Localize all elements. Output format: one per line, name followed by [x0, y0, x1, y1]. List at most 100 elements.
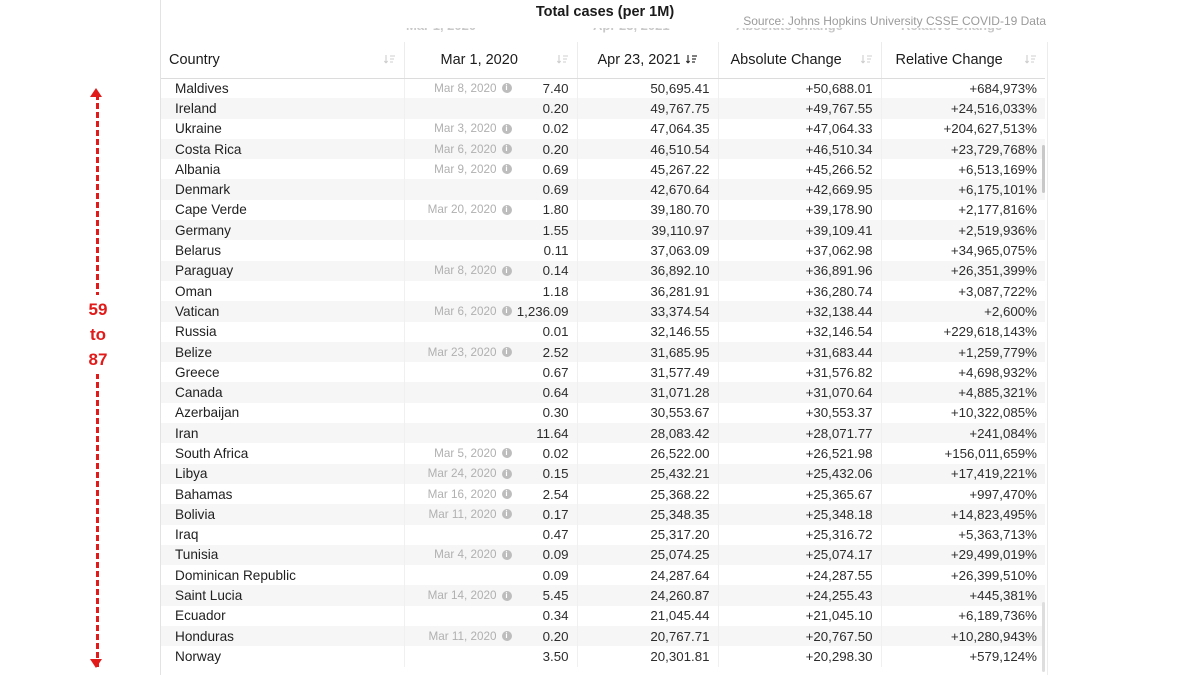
column-header-end-date-label: Apr 23, 2021	[597, 51, 681, 68]
sort-both-icon[interactable]	[383, 53, 396, 66]
table-row[interactable]: Belize Mar 23, 2020 i 2.52 31,685.95 +31,683.…	[161, 341, 1045, 363]
table-row[interactable]: Belarus 0.11 37,063.09 +37,062.98 +34,965,07…	[161, 240, 1045, 261]
cell-relative-change: +5,363,713%	[880, 524, 1045, 545]
table-row[interactable]: Bolivia Mar 11, 2020 i 0.17 25,348.35 +25,348…	[161, 504, 1045, 525]
cell-absolute-change: +20,298.30	[717, 646, 881, 667]
column-header-absolute-change[interactable]: Absolute Change	[717, 42, 881, 79]
table-row[interactable]: Norway 3.50 20,301.81 +20,298.30 +579,124%	[161, 646, 1045, 667]
table-scrollbar-thumb-secondary[interactable]	[1042, 602, 1045, 672]
cell-end-value: 30,553.67	[576, 402, 718, 424]
cell-start-number: 2.52	[542, 344, 569, 360]
info-icon[interactable]: i	[501, 347, 512, 357]
table-row[interactable]: Honduras Mar 11, 2020 i 0.20 20,767.71 +20,76…	[161, 626, 1045, 647]
table-row[interactable]: Canada 0.64 31,071.28 +31,070.64 +4,885,321%	[161, 382, 1045, 403]
cell-relative-change: +2,519,936%	[880, 220, 1045, 241]
info-icon[interactable]: i	[501, 204, 512, 215]
cell-relative-change: +445,381%	[880, 585, 1045, 606]
table-scrollbar-thumb[interactable]	[1042, 145, 1045, 193]
sort-descending-icon[interactable]	[556, 53, 569, 66]
cell-start-number: 0.14	[542, 263, 569, 279]
info-icon[interactable]: i	[501, 144, 512, 155]
table-row[interactable]: Vatican Mar 6, 2020 i 1,236.09 33,374.54 +32,…	[161, 301, 1045, 322]
table-row[interactable]: Ecuador 0.34 21,045.44 +21,045.10 +6,189,736…	[161, 605, 1045, 627]
info-icon[interactable]: i	[501, 164, 512, 175]
info-icon[interactable]: i	[501, 631, 512, 642]
cell-country: Saint Lucia	[175, 588, 243, 604]
info-icon[interactable]: i	[501, 509, 512, 520]
info-icon[interactable]: i	[501, 549, 512, 560]
info-icon[interactable]: i	[501, 468, 512, 479]
info-icon[interactable]: i	[501, 448, 512, 459]
column-header-country-label: Country	[169, 51, 220, 68]
table-row[interactable]: Saint Lucia Mar 14, 2020 i 5.45 24,260.87 +24…	[161, 585, 1045, 606]
table-body: Maldives Mar 8, 2020 i 7.40 50,695.41 +50,688…	[161, 78, 1045, 667]
cell-country: Ecuador	[175, 608, 226, 624]
column-header-absolute-change-label: Absolute Change	[730, 51, 842, 68]
cell-end-value: 31,577.49	[576, 362, 718, 383]
cell-start-number: 3.50	[542, 648, 569, 664]
cell-relative-change: +684,973%	[880, 78, 1045, 99]
table-row[interactable]: Maldives Mar 8, 2020 i 7.40 50,695.41 +50,688…	[161, 78, 1045, 99]
cell-end-value: 21,045.44	[576, 605, 718, 627]
cell-start-number: 0.64	[542, 385, 569, 401]
info-icon[interactable]: i	[501, 123, 512, 134]
cell-start-number: 0.11	[543, 243, 569, 259]
cell-country: Ireland	[175, 100, 217, 116]
column-header-country[interactable]: Country	[161, 42, 404, 79]
cell-start-value: Mar 14, 2020 i 5.45	[403, 585, 577, 606]
table-vertical-scrollbar[interactable]	[1038, 42, 1048, 675]
table-row[interactable]: Costa Rica Mar 6, 2020 i 0.20 46,510.54 +46,5…	[161, 138, 1045, 160]
cell-start-value: 11.64	[403, 423, 577, 444]
cell-absolute-change: +37,062.98	[717, 240, 881, 261]
annotation-arrow-down-icon	[90, 659, 102, 668]
info-icon[interactable]: i	[501, 590, 512, 601]
table-row[interactable]: Cape Verde Mar 20, 2020 i 1.80 39,180.70 +39,…	[161, 199, 1045, 221]
column-header-start-date[interactable]: Mar 1, 2020	[403, 42, 577, 79]
info-icon[interactable]: i	[501, 306, 512, 317]
cell-relative-change: +29,499,019%	[880, 544, 1045, 566]
table-row[interactable]: Iraq 0.47 25,317.20 +25,316.72 +5,363,713%	[161, 524, 1045, 545]
table-row[interactable]: Tunisia Mar 4, 2020 i 0.09 25,074.25 +25,074.…	[161, 544, 1045, 566]
cell-start-value: Mar 4, 2020 i 0.09	[403, 544, 577, 566]
table-row[interactable]: Germany 1.55 39,110.97 +39,109.41 +2,519,936…	[161, 220, 1045, 241]
column-header-relative-change-label: Relative Change	[895, 51, 1003, 68]
table-row[interactable]: Bahamas Mar 16, 2020 i 2.54 25,368.22 +25,365…	[161, 483, 1045, 505]
cell-end-value: 36,281.91	[576, 280, 718, 302]
cell-country: Ukraine	[175, 121, 222, 137]
cell-absolute-change: +36,891.96	[717, 260, 881, 281]
table-row[interactable]: Paraguay Mar 8, 2020 i 0.14 36,892.10 +36,891…	[161, 260, 1045, 281]
info-icon[interactable]: i	[501, 83, 512, 94]
table-row[interactable]: Albania Mar 9, 2020 i 0.69 45,267.22 +45,266.…	[161, 159, 1045, 180]
table-header: Country Mar 1, 2020 Apr 23, 2021 Absolut…	[161, 42, 1045, 79]
ghost-header-absolute: Absolute Change	[736, 28, 843, 33]
cell-country: Iraq	[175, 527, 199, 543]
cell-end-value: 25,368.22	[576, 483, 718, 505]
table-row[interactable]: Oman 1.18 36,281.91 +36,280.74 +3,087,722%	[161, 280, 1045, 302]
column-header-end-date[interactable]: Apr 23, 2021	[576, 42, 718, 79]
table-row[interactable]: South Africa Mar 5, 2020 i 0.02 26,522.00 +26…	[161, 443, 1045, 464]
table-row[interactable]: Greece 0.67 31,577.49 +31,576.82 +4,698,932%	[161, 362, 1045, 383]
cell-start-value: Mar 8, 2020 i 7.40	[403, 78, 577, 99]
column-header-relative-change[interactable]: Relative Change	[880, 42, 1045, 79]
table-row[interactable]: Libya Mar 24, 2020 i 0.15 25,432.21 +25,432.0…	[161, 463, 1045, 484]
cell-absolute-change: +25,432.06	[717, 463, 881, 484]
table-row[interactable]: Ireland 0.20 49,767.75 +49,767.55 +24,516,03…	[161, 98, 1045, 119]
sort-descending-icon[interactable]	[1024, 53, 1037, 66]
table-row[interactable]: Azerbaijan 0.30 30,553.67 +30,553.37 +10,322…	[161, 402, 1045, 424]
cell-end-value: 33,374.54	[576, 301, 718, 322]
table-row[interactable]: Denmark 0.69 42,670.64 +42,669.95 +6,175,101…	[161, 179, 1045, 200]
cell-relative-change: +204,627,513%	[880, 118, 1045, 139]
table-row[interactable]: Ukraine Mar 3, 2020 i 0.02 47,064.35 +47,064.…	[161, 118, 1045, 139]
info-icon[interactable]: i	[501, 265, 512, 276]
table-header-row: Country Mar 1, 2020 Apr 23, 2021 Absolut…	[161, 42, 1045, 79]
table-row[interactable]: Dominican Republic 0.09 24,287.64 +24,287.5…	[161, 565, 1045, 586]
cell-relative-change: +34,965,075%	[880, 240, 1045, 261]
cell-start-value: 0.64	[403, 382, 577, 403]
table-row[interactable]: Iran 11.64 28,083.42 +28,071.77 +241,084%	[161, 423, 1045, 444]
cell-absolute-change: +42,669.95	[717, 179, 881, 200]
table-row[interactable]: Russia 0.01 32,146.55 +32,146.54 +229,618,14…	[161, 321, 1045, 342]
sort-descending-icon[interactable]	[860, 53, 873, 66]
annotation-range-connector: to	[89, 325, 107, 344]
info-icon[interactable]: i	[501, 489, 512, 500]
sort-descending-icon[interactable]	[685, 53, 698, 66]
